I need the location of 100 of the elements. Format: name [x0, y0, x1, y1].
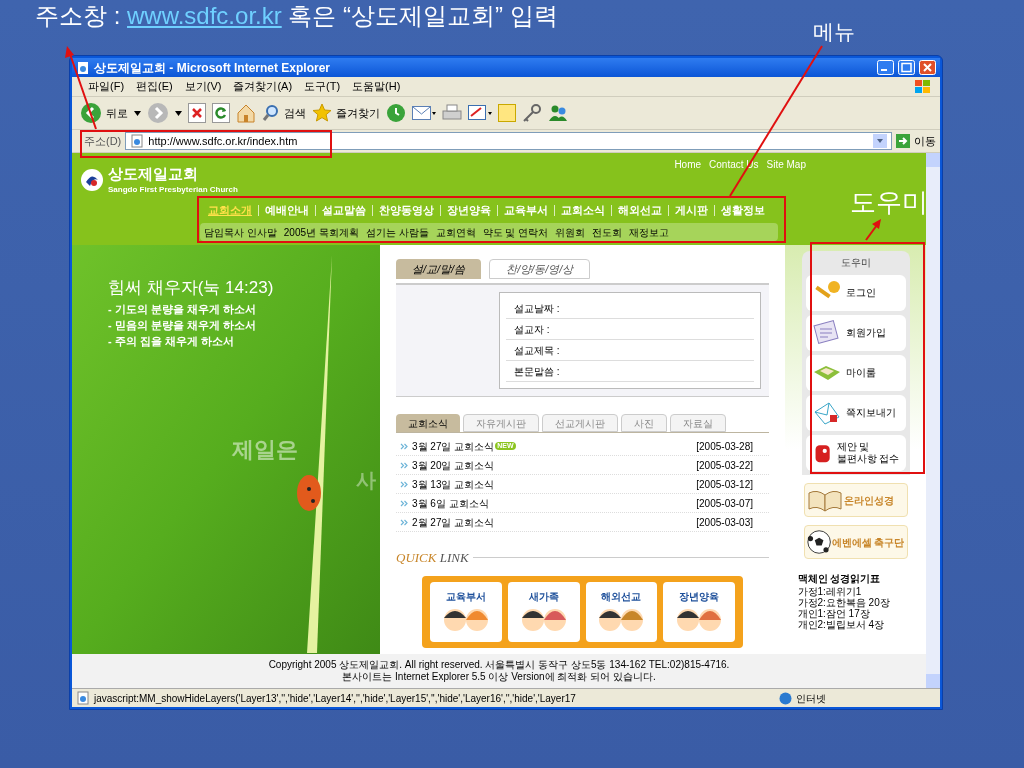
banner-line: - 믿음의 분량을 채우게 하소서	[108, 317, 257, 333]
helper-button[interactable]: 제안 및 불편사항 접수	[805, 435, 906, 471]
menu-item[interactable]: 보기(V)	[184, 78, 222, 95]
reading-plan-line: 가정2:요한복음 20장	[797, 597, 891, 608]
address-label: 주소(D)	[84, 133, 122, 149]
maximize-icon[interactable]	[898, 60, 915, 75]
search-button[interactable]: 검색	[262, 104, 306, 122]
menu-item[interactable]: 파일(F)	[88, 78, 125, 95]
magnifier-icon	[262, 104, 280, 122]
banner-line: - 주의 집을 채우게 하소서	[108, 333, 235, 349]
helper-button[interactable]: 회원가입	[805, 315, 906, 351]
quick-link-title: QUICK LINK	[396, 549, 469, 567]
helper-label: 도우미	[850, 186, 928, 219]
banner-faded-text: 사	[356, 468, 376, 493]
quick-link-button[interactable]: 새가족	[507, 581, 580, 642]
logo-subtitle: Sangdo First Presbyterian Church	[108, 183, 238, 196]
star-icon	[312, 103, 332, 123]
post-title[interactable]: 3월 20일 교회소식	[412, 457, 495, 473]
form-icon	[811, 320, 842, 346]
sermon-tab[interactable]: 찬/양/동/영/상	[489, 259, 591, 279]
post-date: [2005-03-07]	[696, 496, 753, 511]
sub-nav-item[interactable]: 재정보고	[629, 224, 670, 240]
post-title[interactable]: 3월 27일 교회소식	[412, 438, 495, 454]
edit-icon[interactable]	[468, 104, 492, 122]
reading-plan-line: 개인2:빌립보서 4장	[797, 619, 886, 630]
back-button[interactable]: 뒤로	[80, 102, 128, 124]
people-icon[interactable]	[548, 104, 568, 122]
dropdown-icon[interactable]	[873, 134, 887, 148]
post-date: [2005-03-28]	[696, 439, 753, 454]
double-chevron-icon	[400, 442, 408, 450]
refresh-icon[interactable]	[212, 103, 230, 123]
helper-button[interactable]: 마이룸	[805, 355, 906, 391]
double-chevron-icon	[400, 480, 408, 488]
sermon-field-label: 설교날짜 :	[506, 298, 754, 319]
helper-button[interactable]: 로그인	[805, 275, 906, 311]
globe-icon	[779, 691, 792, 705]
minimize-icon[interactable]	[877, 60, 894, 75]
go-arrow-icon	[896, 134, 910, 148]
status-text: javascript:MM_showHideLayers('Layer13','','hide','Layer14','','hide','Layer15','','hide','Layer16','','hide','Layer17	[94, 691, 576, 706]
sub-nav-item[interactable]: 전도회	[592, 224, 623, 240]
helper-button[interactable]: 쪽지보내기	[805, 395, 906, 431]
menu-label: 메뉴	[813, 19, 855, 45]
double-chevron-icon	[400, 518, 408, 526]
favorites-button[interactable]: 즐겨찾기	[312, 103, 380, 123]
post-title[interactable]: 2월 27일 교회소식	[412, 514, 495, 530]
menu-item[interactable]: 즐겨찾기(A)	[233, 78, 293, 95]
soccer-ball-icon	[806, 528, 831, 556]
scrollbar[interactable]	[926, 153, 940, 688]
post-title[interactable]: 3월 13일 교회소식	[412, 476, 495, 492]
stop-icon[interactable]	[188, 103, 206, 123]
sub-nav-item[interactable]: 섬기는 사람들	[365, 224, 429, 240]
windows-flag-icon	[914, 78, 932, 95]
zone-text: 인터넷	[796, 691, 827, 706]
helper-title: 도우미	[839, 256, 872, 270]
sub-nav-item[interactable]: 위원회	[555, 224, 586, 240]
post-date: [2005-03-22]	[696, 458, 753, 473]
board-tab[interactable]: 교회소식	[396, 414, 460, 432]
post-title[interactable]: 3월 6일 교회소식	[412, 495, 489, 511]
close-icon[interactable]	[919, 60, 936, 75]
menu-item[interactable]: 편집(E)	[136, 78, 173, 95]
window-title: 상도제일교회 - Microsoft Internet Explorer	[94, 59, 331, 77]
reading-plan-line: 가정1:레위기1	[797, 586, 863, 597]
key-icon[interactable]	[522, 104, 542, 122]
sermon-tab[interactable]: 설/교/말/씀	[396, 259, 482, 279]
church-logo-icon	[80, 168, 104, 193]
footer-text: 본사이트는 Internet Explorer 5.5 이상 Version에 최적화 되어 있습니다.	[342, 671, 656, 683]
footer-text: Copyright 2005 상도제일교회. All right reserved. 서울특별시 동작구 상도5동 134-162 TEL:02)815-4716.	[268, 659, 730, 671]
banner-title: 힘써 채우자(눅 14:23)	[108, 277, 275, 299]
mail-icon[interactable]	[412, 104, 436, 122]
address-field[interactable]: http://www.sdfc.or.kr/index.htm	[125, 132, 892, 150]
caret-icon[interactable]	[175, 110, 182, 116]
printer-icon[interactable]	[442, 104, 462, 122]
post-date: [2005-03-03]	[696, 515, 753, 530]
sub-nav-item[interactable]: 2005년 목회계획	[283, 224, 359, 240]
home-icon[interactable]	[236, 103, 256, 123]
post-date: [2005-03-12]	[696, 477, 753, 492]
menu-item[interactable]: 도움말(H)	[352, 78, 401, 95]
quick-link-button[interactable]: 해외선교	[585, 581, 658, 642]
double-chevron-icon	[400, 499, 408, 507]
sermon-field-label: 설교자 :	[506, 319, 754, 340]
sub-nav-item[interactable]: 담임목사 인사말	[204, 224, 277, 240]
go-button[interactable]: 이동	[896, 132, 936, 150]
sermon-field-label: 설교제목 :	[506, 340, 754, 361]
banner-line: - 기도의 분량을 채우게 하소서	[108, 301, 257, 317]
pointer-arrow	[865, 219, 881, 241]
sub-nav-item[interactable]: 교회연혁	[435, 224, 476, 240]
sub-nav-item[interactable]: 약도 및 연락처	[482, 224, 549, 240]
menu-item[interactable]: 도구(T)	[304, 78, 341, 95]
double-chevron-icon	[400, 461, 408, 469]
page-icon	[130, 134, 145, 148]
history-icon[interactable]	[386, 103, 406, 123]
reading-plan-title: 맥체인 성경읽기표	[797, 572, 882, 586]
reading-plan-line: 개인1:잠언 17장	[797, 608, 871, 619]
page-icon	[76, 691, 90, 705]
quick-link-button[interactable]: 장년양육	[663, 581, 735, 642]
caret-icon[interactable]	[134, 110, 141, 116]
quick-link-button[interactable]: 교육부서	[430, 581, 502, 642]
sermon-field-label: 본문말씀 :	[506, 361, 754, 382]
banner-faded-text: 제일은	[232, 436, 298, 464]
page-icon	[76, 60, 90, 75]
